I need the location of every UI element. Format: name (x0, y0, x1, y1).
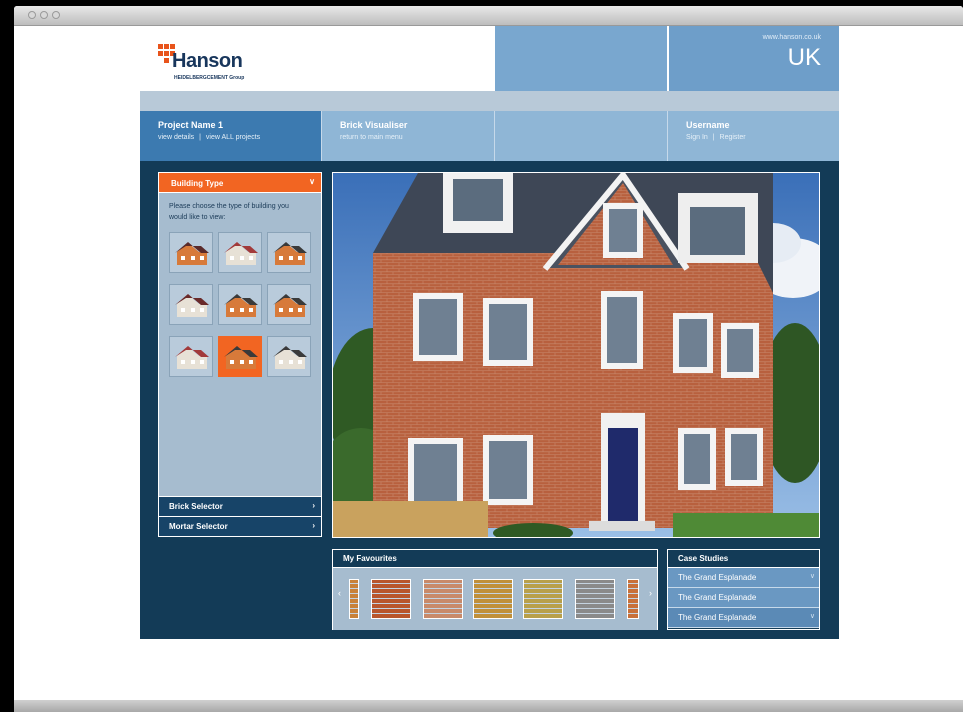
logo-subtitle: HEIDELBERGCEMENT Group (174, 75, 245, 81)
building-type-label: Building Type (171, 179, 224, 188)
register-link[interactable]: Register (720, 134, 746, 141)
nav-project: Project Name 1 view details | view ALL p… (140, 111, 321, 161)
case-study-item[interactable]: The Grand Esplanade (668, 588, 819, 608)
house-visualiser-view[interactable] (332, 172, 820, 538)
brick-swatch[interactable] (473, 579, 513, 619)
favourites-panel: My Favourites ‹ › (332, 549, 658, 630)
house-render-image (333, 173, 819, 537)
mortar-selector-label: Mortar Selector (169, 522, 228, 531)
chevron-right-icon[interactable]: › (649, 588, 652, 598)
main-content: Building Type ∨ Please choose the type o… (140, 161, 839, 639)
building-type-option[interactable] (267, 336, 311, 377)
project-name: Project Name 1 (158, 120, 224, 130)
case-study-item[interactable]: The Grand Esplanade ∨ (668, 608, 819, 628)
header-logo-area: Hanson HEIDELBERGCEMENT Group (140, 26, 495, 91)
top-nav: Project Name 1 view details | view ALL p… (140, 111, 839, 161)
header-region-panel: www.hanson.co.uk UK (669, 26, 839, 91)
browser-window: Hanson HEIDELBERGCEMENT Group www.hanson… (14, 6, 963, 712)
minimize-window-icon[interactable] (40, 11, 48, 19)
house-icon (273, 346, 307, 369)
brick-swatch[interactable] (423, 579, 463, 619)
case-study-label: The Grand Esplanade (678, 613, 757, 622)
building-type-header[interactable]: Building Type ∨ (158, 172, 322, 193)
zoom-window-icon[interactable] (52, 11, 60, 19)
case-studies-list: The Grand Esplanade ∨ The Grand Esplanade T… (668, 568, 819, 628)
brick-swatch[interactable] (575, 579, 615, 619)
house-icon (273, 294, 307, 317)
sign-in-link[interactable]: Sign In (686, 134, 708, 141)
building-type-help: Please choose the type of building you w… (169, 203, 289, 221)
case-study-label: The Grand Esplanade (678, 573, 757, 582)
app-title: Brick Visualiser (340, 120, 408, 130)
country-label: UK (787, 44, 821, 71)
building-type-option[interactable] (169, 232, 213, 273)
case-study-item[interactable]: The Grand Esplanade ∨ (668, 568, 819, 588)
favourites-carousel: ‹ › (333, 568, 657, 630)
mortar-selector-tab[interactable]: Mortar Selector › (158, 517, 322, 537)
username-label: Username (686, 120, 730, 130)
site-url[interactable]: www.hanson.co.uk (763, 34, 821, 41)
case-studies-title: Case Studies (668, 550, 819, 568)
sidebar: Building Type ∨ Please choose the type o… (158, 172, 322, 538)
view-details-link[interactable]: view details (158, 134, 194, 141)
house-icon (175, 294, 209, 317)
house-icon (224, 242, 258, 265)
favourites-title: My Favourites (333, 550, 657, 568)
window-statusbar (14, 700, 963, 712)
window-titlebar (14, 6, 963, 26)
building-type-grid (169, 232, 311, 377)
nav-app: Brick Visualiser return to main menu (322, 111, 494, 161)
page: Hanson HEIDELBERGCEMENT Group www.hanson… (140, 26, 839, 639)
building-type-option[interactable] (169, 284, 213, 325)
chevron-down-icon: ∨ (309, 177, 315, 186)
chevron-down-icon: ∨ (809, 573, 815, 580)
building-type-option[interactable] (267, 232, 311, 273)
chevron-down-icon: ∨ (809, 613, 815, 620)
logo-wordmark: Hanson (172, 50, 243, 72)
close-window-icon[interactable] (28, 11, 36, 19)
house-icon (175, 346, 209, 369)
link-separator: | (199, 134, 201, 141)
chevron-right-icon: › (312, 521, 315, 530)
building-type-option[interactable] (218, 232, 262, 273)
chevron-left-icon[interactable]: ‹ (338, 588, 341, 598)
link-separator: | (712, 134, 715, 141)
house-icon (224, 346, 258, 369)
brick-selector-tab[interactable]: Brick Selector › (158, 497, 322, 517)
brick-swatch[interactable] (523, 579, 563, 619)
return-main-menu-link[interactable]: return to main menu (340, 134, 403, 141)
brick-selector-label: Brick Selector (169, 502, 223, 511)
chevron-right-icon: › (312, 501, 315, 510)
nav-user: Username Sign In | Register (668, 111, 839, 161)
brick-swatch[interactable] (371, 579, 411, 619)
building-type-option[interactable] (218, 336, 262, 377)
house-icon (224, 294, 258, 317)
building-type-option[interactable] (267, 284, 311, 325)
header-panel (495, 26, 667, 91)
case-studies-panel: Case Studies The Grand Esplanade ∨ The Gra… (667, 549, 820, 630)
building-type-option[interactable] (218, 284, 262, 325)
case-study-label: The Grand Esplanade (678, 593, 757, 602)
view-all-projects-link[interactable]: view ALL projects (206, 134, 260, 141)
brick-swatch[interactable] (349, 579, 359, 619)
nav-divider (494, 111, 495, 161)
house-icon (273, 242, 307, 265)
house-icon (175, 242, 209, 265)
header-strip (140, 91, 839, 111)
building-type-panel: Please choose the type of building you w… (158, 193, 322, 497)
building-type-option[interactable] (169, 336, 213, 377)
brick-swatch[interactable] (627, 579, 639, 619)
